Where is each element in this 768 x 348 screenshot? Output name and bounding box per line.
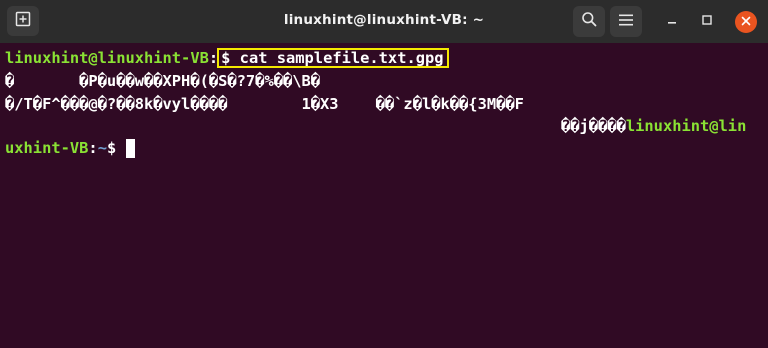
prompt-symbol: $ xyxy=(106,139,126,157)
prompt-user-host-end: uxhint-VB xyxy=(5,139,89,157)
terminal-window: linuxhint@linuxhint-VB: ~ linuxhint@linu… xyxy=(0,0,768,348)
search-icon xyxy=(581,11,597,32)
close-icon xyxy=(741,13,751,31)
prompt-user-host-start: linuxhint@lin xyxy=(625,117,747,135)
output-line: � �P�u��w��XPH�(�S�?7�%��\B� xyxy=(5,72,321,90)
prompt-path: ~ xyxy=(97,139,107,157)
output-line: �/T�F^���@�?��8k�vyl���� 1�X3 ��`z�l�k��… xyxy=(5,95,524,113)
terminal-area[interactable]: linuxhint@linuxhint-VB: $ cat samplefile.… xyxy=(0,43,768,348)
terminal-cursor xyxy=(125,139,135,158)
command-line: linuxhint@linuxhint-VB: $ cat samplefile.… xyxy=(5,47,449,69)
prompt-colon: : xyxy=(88,139,98,157)
close-button[interactable] xyxy=(735,11,757,33)
search-button[interactable] xyxy=(573,6,605,37)
output-garbled: ��j���� xyxy=(561,117,626,135)
maximize-button[interactable] xyxy=(696,10,718,32)
prompt-line: uxhint-VB:~$ xyxy=(5,137,135,159)
minimize-icon xyxy=(667,12,677,30)
maximize-icon xyxy=(702,12,712,30)
highlighted-command: $ cat samplefile.txt.gpg xyxy=(217,48,449,68)
window-title: linuxhint@linuxhint-VB: ~ xyxy=(283,12,485,28)
output-line: ��j����linuxhint@lin xyxy=(561,115,746,137)
menu-button[interactable] xyxy=(610,6,642,37)
prompt-user-host: linuxhint@linuxhint-VB xyxy=(5,49,209,67)
title-bar[interactable]: linuxhint@linuxhint-VB: ~ xyxy=(0,0,768,43)
hamburger-menu-icon xyxy=(619,13,633,31)
minimize-button[interactable] xyxy=(661,10,683,32)
